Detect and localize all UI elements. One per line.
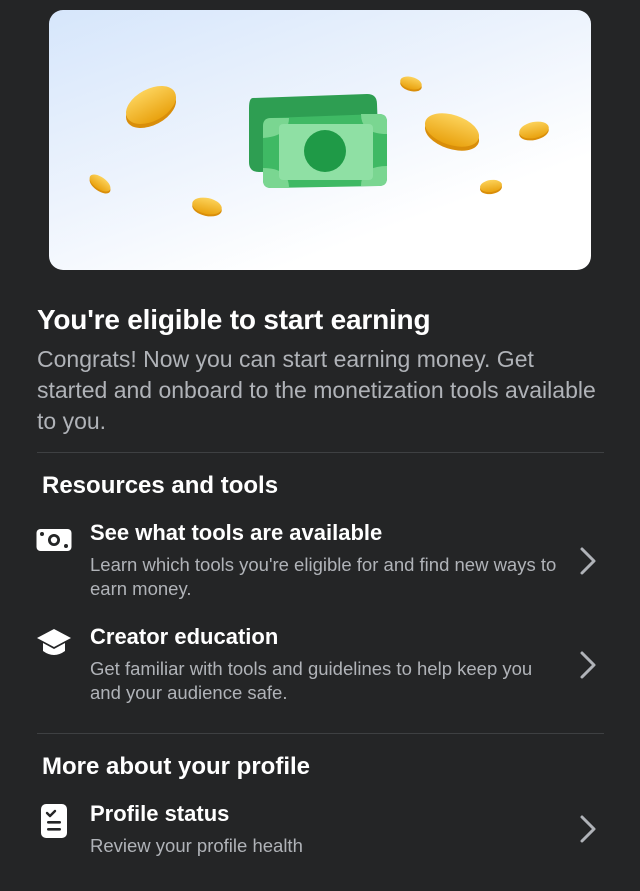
coin [424, 113, 480, 151]
money-bill-icon [35, 520, 73, 560]
chevron-right-icon [578, 814, 598, 844]
chevron-right-icon [578, 650, 598, 680]
coin [126, 86, 176, 128]
chevron-right-icon [578, 546, 598, 576]
money-bill-front [263, 114, 387, 188]
row-title: See what tools are available [90, 520, 383, 545]
coin [519, 121, 549, 141]
list-item-creator-education[interactable]: Creator education Get familiar with tool… [0, 624, 640, 714]
row-title: Profile status [90, 801, 230, 826]
page-headline: You're eligible to start earning [37, 304, 431, 335]
coin [89, 174, 111, 194]
list-item-profile-status[interactable]: Profile status Review your profile healt… [0, 801, 640, 891]
row-title: Creator education [90, 624, 279, 649]
row-subtitle: Learn which tools you're eligible for an… [90, 554, 557, 599]
page-description: Congrats! Now you can start earning mone… [37, 346, 596, 434]
section-title-profile: More about your profile [42, 753, 311, 780]
coin [400, 76, 422, 92]
divider [37, 733, 604, 734]
coin [192, 197, 222, 217]
clipboard-check-icon [35, 801, 73, 841]
section-title-resources: Resources and tools [42, 472, 279, 499]
list-item-tools-available[interactable]: See what tools are available Learn which… [0, 520, 640, 610]
row-subtitle: Review your profile health [90, 835, 303, 856]
graduation-cap-icon [35, 624, 73, 664]
hero-illustration [49, 10, 591, 270]
row-subtitle: Get familiar with tools and guidelines t… [90, 658, 533, 703]
money-coins-illustration [89, 76, 549, 217]
divider [37, 452, 604, 453]
coin [480, 179, 502, 195]
